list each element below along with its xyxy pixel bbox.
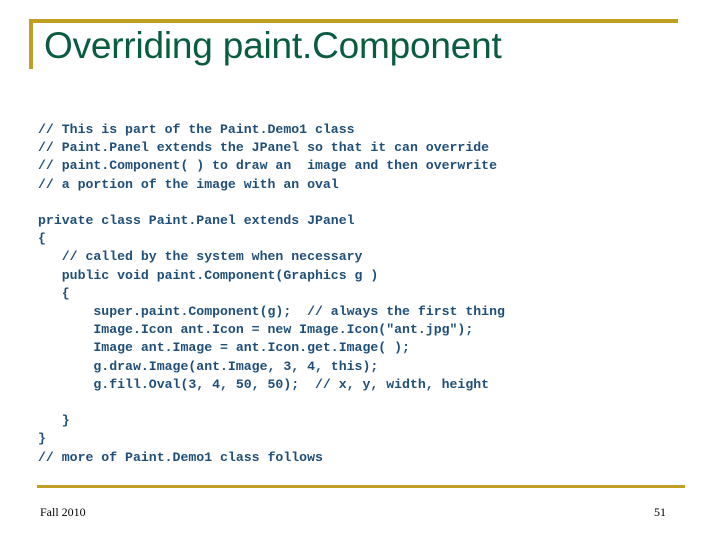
code-line: // called by the system when necessary [38, 249, 363, 265]
footer-date: Fall 2010 [40, 505, 86, 519]
title-accent-rule-vertical [29, 19, 33, 69]
code-line: // Paint.Panel extends the JPanel so tha… [38, 140, 490, 156]
footer-page-number: 51 [654, 505, 666, 519]
code-line: super.paint.Component(g); // always the … [38, 304, 505, 320]
code-block: // This is part of the Paint.Demo1 class… [38, 121, 698, 467]
code-line: // more of Paint.Demo1 class follows [38, 449, 323, 465]
code-line: // This is part of the Paint.Demo1 class [38, 122, 355, 137]
code-line: Image ant.Image = ant.Icon.get.Image( ); [38, 340, 410, 356]
code-line: } [38, 431, 46, 447]
page-title: Overriding paint.Component [44, 25, 502, 66]
code-line: Image.Icon ant.Icon = new Image.Icon("an… [38, 322, 474, 338]
slide: Overriding paint.Component // This is pa… [0, 0, 720, 540]
code-line: { [38, 285, 70, 301]
title-accent-rule-horizontal [29, 19, 678, 23]
code-line: g.fill.Oval(3, 4, 50, 50); // x, y, widt… [38, 376, 490, 392]
footer-divider [37, 485, 685, 488]
code-line: // paint.Component( ) to draw an image a… [38, 158, 497, 174]
code-line: g.draw.Image(ant.Image, 3, 4, this); [38, 358, 379, 374]
code-line: public void paint.Component(Graphics g ) [38, 267, 379, 283]
code-line: } [38, 413, 70, 429]
code-line: { [38, 231, 46, 247]
code-line: // a portion of the image with an oval [38, 176, 339, 192]
code-line: private class Paint.Panel extends JPanel [38, 213, 355, 229]
